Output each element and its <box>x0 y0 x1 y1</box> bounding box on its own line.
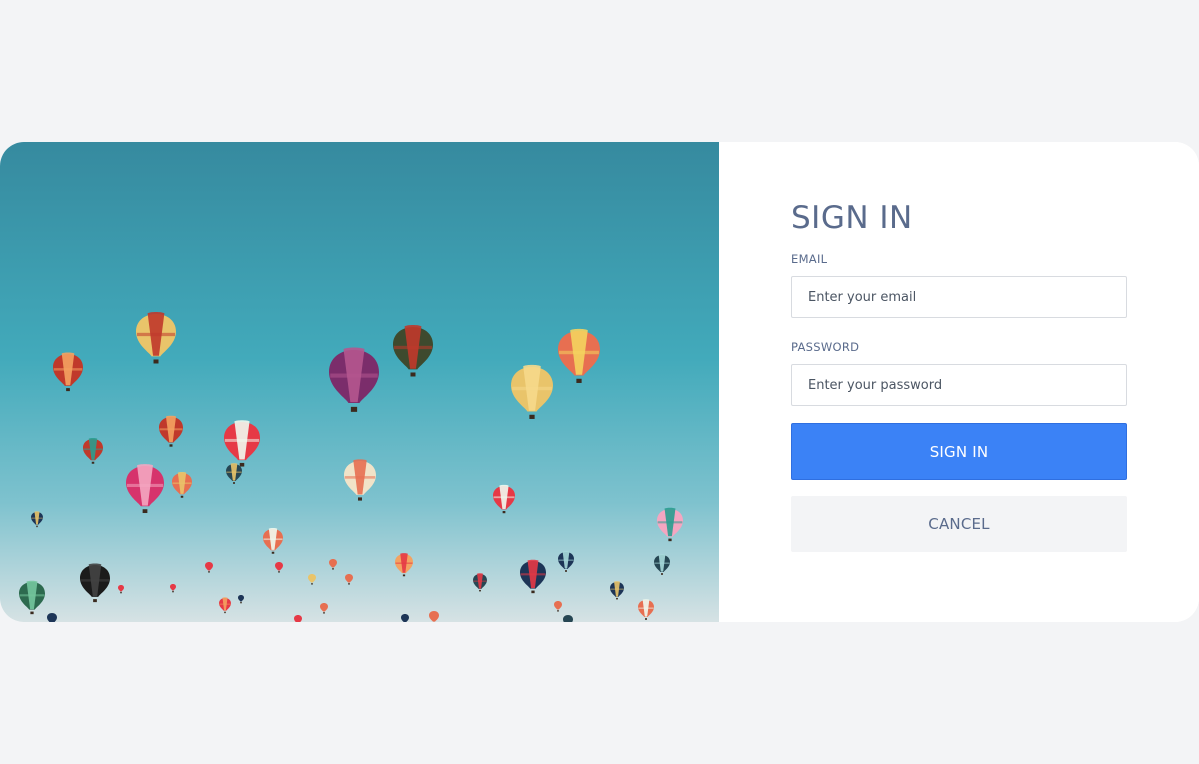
sign-in-button[interactable]: SIGN IN <box>791 423 1127 480</box>
password-field[interactable] <box>791 364 1127 406</box>
email-label: EMAIL <box>791 252 828 266</box>
form-title: SIGN IN <box>791 200 913 236</box>
sign-in-form: SIGN IN EMAIL PASSWORD SIGN IN CANCEL <box>719 142 1199 622</box>
hot-air-balloons-image <box>0 142 719 622</box>
password-label: PASSWORD <box>791 340 860 354</box>
hero-image <box>0 142 719 622</box>
balloon <box>47 612 57 622</box>
balloon <box>294 614 302 622</box>
sign-in-card: SIGN IN EMAIL PASSWORD SIGN IN CANCEL <box>0 142 1199 622</box>
email-field[interactable] <box>791 276 1127 318</box>
cancel-button[interactable]: CANCEL <box>791 496 1127 552</box>
